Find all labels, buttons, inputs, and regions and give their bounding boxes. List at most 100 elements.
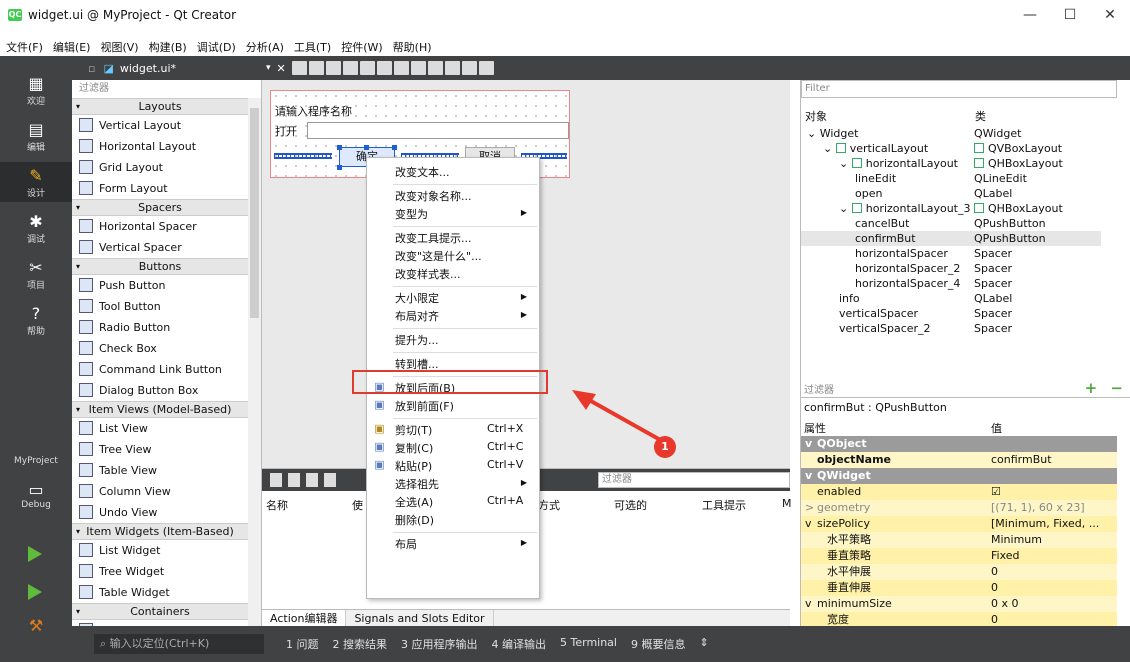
layout-tool-icon[interactable] <box>291 61 307 75</box>
widgetbox-item[interactable]: Horizontal Spacer <box>72 216 248 236</box>
bottom-tab[interactable]: Signals and Slots Editor <box>346 610 494 627</box>
mode-5[interactable]: ? 帮助 <box>0 300 72 340</box>
new-action-icon[interactable] <box>270 473 282 487</box>
object-tree-row[interactable]: verticalSpacer_2 Spacer <box>801 321 1101 336</box>
context-menu-item[interactable]: 放到前面(F) <box>395 398 454 414</box>
mode-1[interactable]: ▤ 编辑 <box>0 116 72 156</box>
layout-tool-icon[interactable] <box>308 61 324 75</box>
property-row[interactable]: 垂直伸展 0 <box>801 580 1117 596</box>
horizontal-spacer[interactable] <box>274 153 332 159</box>
context-menu-item[interactable]: 选择祖先 <box>395 476 439 492</box>
layout-tool-icon[interactable] <box>410 61 426 75</box>
widgetbox-item[interactable]: Vertical Spacer <box>72 237 248 257</box>
debug-run-icon[interactable] <box>28 584 42 600</box>
property-row[interactable]: v minimumSize 0 x 0 <box>801 596 1117 612</box>
widgetbox-filter[interactable]: 过滤器 <box>76 82 246 98</box>
object-tree-row[interactable]: open QLabel <box>801 186 1101 201</box>
resize-handle[interactable] <box>337 165 342 170</box>
mode-3[interactable]: ✱ 调试 <box>0 208 72 248</box>
layout-tool-icon[interactable] <box>359 61 375 75</box>
context-menu-item[interactable]: 改变工具提示... <box>395 230 472 246</box>
property-row[interactable]: 水平策略 Minimum <box>801 532 1117 548</box>
action-column-header[interactable]: 使 <box>352 497 363 513</box>
property-row[interactable]: > geometry [(71, 1), 60 x 23] <box>801 500 1117 516</box>
locator-input[interactable]: ⌕ 输入以定位(Ctrl+K) <box>94 634 264 654</box>
object-tree-row[interactable]: confirmBut QPushButton <box>801 231 1101 246</box>
object-filter-input[interactable]: Filter <box>801 80 1117 98</box>
context-menu-item[interactable]: 粘贴(P) Ctrl+V <box>395 458 523 474</box>
widgetbox-item[interactable]: Table Widget <box>72 582 248 602</box>
object-tree-row[interactable]: horizontalSpacer_2 Spacer <box>801 261 1101 276</box>
property-filter-input[interactable]: 过滤器 <box>804 381 834 396</box>
layout-tool-icon[interactable] <box>325 61 341 75</box>
run-icon[interactable] <box>28 546 42 562</box>
layout-tool-icon[interactable] <box>444 61 460 75</box>
object-column-header[interactable]: 对象 <box>805 108 827 124</box>
widgetbox-item[interactable]: List View <box>72 418 248 438</box>
menu-item[interactable]: 文件(F) <box>6 39 43 55</box>
widgetbox-item[interactable]: Form Layout <box>72 178 248 198</box>
maximize-button[interactable]: ☐ <box>1050 0 1090 30</box>
menu-item[interactable]: 视图(V) <box>100 39 138 55</box>
editor-tab-file[interactable]: widget.ui* <box>120 62 176 75</box>
target-selector[interactable]: ▭ Debug <box>0 476 72 520</box>
menu-item[interactable]: 控件(W) <box>341 39 382 55</box>
context-menu-item[interactable]: 改变文本... <box>395 164 450 180</box>
widgetbox-category[interactable]: ▾ Item Widgets (Item-Based) <box>72 523 248 540</box>
property-row[interactable]: objectName confirmBut <box>801 452 1117 468</box>
resize-handle[interactable] <box>364 145 369 150</box>
property-column-header[interactable]: 属性 <box>804 420 826 436</box>
output-pane-button[interactable]: 3 应用程序输出 <box>401 636 478 652</box>
widgetbox-item[interactable]: Radio Button <box>72 317 248 337</box>
output-pane-button[interactable]: 5 Terminal <box>560 636 617 652</box>
context-menu-item[interactable]: 布局 <box>395 536 417 552</box>
output-pane-button[interactable]: 9 概要信息 <box>631 636 686 652</box>
program-name-input[interactable] <box>307 122 569 139</box>
menu-item[interactable]: 帮助(H) <box>393 39 432 55</box>
context-menu-item[interactable]: 提升为... <box>395 332 439 348</box>
widgetbox-item[interactable]: Undo View <box>72 502 248 522</box>
layout-tool-icon[interactable] <box>427 61 443 75</box>
context-menu-item[interactable]: 改变对象名称... <box>395 188 472 204</box>
menu-item[interactable]: 编辑(E) <box>53 39 91 55</box>
action-column-header[interactable]: M <box>782 497 792 510</box>
close-button[interactable]: ✕ <box>1090 0 1130 30</box>
layout-tool-icon[interactable] <box>393 61 409 75</box>
open-label[interactable]: 打开 <box>275 123 297 139</box>
widgetbox-category[interactable]: ▾ Layouts <box>72 98 248 115</box>
widgetbox-category[interactable]: ▾ Spacers <box>72 199 248 216</box>
mode-2[interactable]: ✎ 设计 <box>0 162 72 202</box>
object-tree-row[interactable]: horizontalSpacer_4 Spacer <box>801 276 1101 291</box>
mode-4[interactable]: ✂ 项目 <box>0 254 72 294</box>
widgetbox-category[interactable]: ▾ Containers <box>72 603 248 620</box>
action-column-header[interactable]: 可选的 <box>614 497 647 513</box>
context-menu-item[interactable]: 全选(A) Ctrl+A <box>395 494 523 510</box>
property-row[interactable]: v QWidget <box>801 468 1117 484</box>
chevron-down-icon[interactable]: ▾ <box>266 63 271 73</box>
property-row[interactable]: v QObject <box>801 436 1117 452</box>
widgetbox-item[interactable]: Column View <box>72 481 248 501</box>
object-tree-row[interactable]: cancelBut QPushButton <box>801 216 1101 231</box>
action-column-header[interactable]: 名称 <box>266 497 288 513</box>
object-tree-row[interactable]: info QLabel <box>801 291 1101 306</box>
layout-tool-icon[interactable] <box>461 61 477 75</box>
property-row[interactable]: 水平伸展 0 <box>801 564 1117 580</box>
add-property-icon[interactable]: + − <box>1085 379 1127 397</box>
mode-0[interactable]: ▦ 欢迎 <box>0 70 72 110</box>
widgetbox-category[interactable]: ▾ Buttons <box>72 258 248 275</box>
object-tree-row[interactable]: ⌄ horizontalLayout QHBoxLayout <box>801 156 1101 171</box>
delete-action-icon[interactable] <box>324 473 336 487</box>
object-tree-row[interactable]: ⌄ verticalLayout QVBoxLayout <box>801 141 1101 156</box>
object-tree-row[interactable]: horizontalSpacer Spacer <box>801 246 1101 261</box>
widgetbox-item[interactable]: Tool Button <box>72 296 248 316</box>
widgetbox-item[interactable]: Command Link Button <box>72 359 248 379</box>
action-filter-input[interactable]: 过滤器 <box>598 472 790 488</box>
minimize-button[interactable]: — <box>1010 0 1050 30</box>
widgetbox-item[interactable]: Tree View <box>72 439 248 459</box>
widgetbox-item[interactable]: Table View <box>72 460 248 480</box>
layout-tool-icon[interactable] <box>342 61 358 75</box>
layout-tool-icon[interactable] <box>376 61 392 75</box>
action-column-header[interactable]: 工具提示 <box>702 497 746 513</box>
menu-item[interactable]: 调试(D) <box>197 39 236 55</box>
widgetbox-item[interactable]: Tree Widget <box>72 561 248 581</box>
